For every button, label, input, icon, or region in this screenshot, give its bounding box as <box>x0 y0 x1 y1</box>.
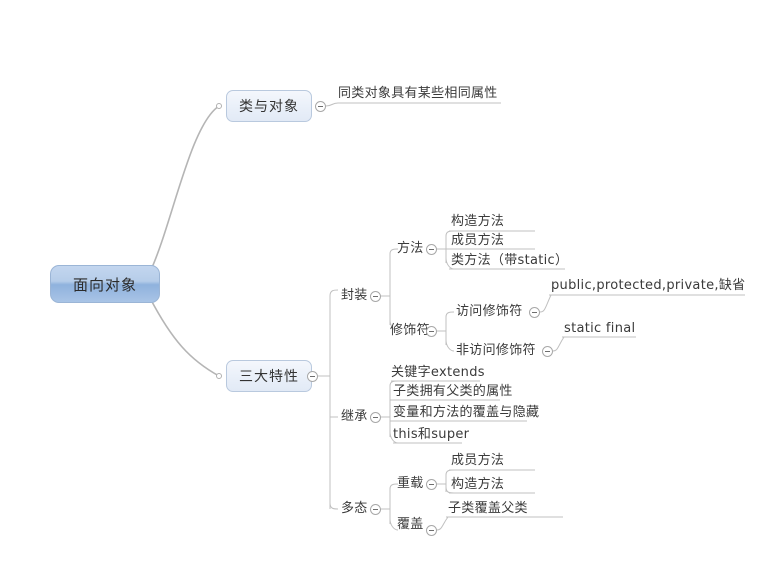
leaf-constructor-method[interactable]: 构造方法 <box>451 214 504 230</box>
node-class-object-label: 类与对象 <box>239 99 299 115</box>
leaf-member-method[interactable]: 成员方法 <box>451 233 504 249</box>
node-three-features[interactable]: 三大特性 <box>226 360 312 392</box>
root-node-label: 面向对象 <box>72 275 137 294</box>
leaf-class-method[interactable]: 类方法（带static） <box>451 253 568 269</box>
node-override[interactable]: 覆盖 <box>397 517 424 533</box>
leaf-overload-constructor-method[interactable]: 构造方法 <box>451 477 504 493</box>
root-node[interactable]: 面向对象 <box>50 265 160 303</box>
toggle-inheritance[interactable] <box>370 412 381 423</box>
leaf-subclass-overrides-parent[interactable]: 子类覆盖父类 <box>448 501 528 517</box>
toggle-modifiers[interactable] <box>426 326 437 337</box>
toggle-overload[interactable] <box>426 479 437 490</box>
root-to-features-endpoint <box>216 373 222 379</box>
leaf-overload-member-method[interactable]: 成员方法 <box>451 453 504 469</box>
node-encapsulation[interactable]: 封装 <box>341 288 368 304</box>
toggle-access-modifier[interactable] <box>529 307 540 318</box>
toggle-polymorphism[interactable] <box>370 504 381 515</box>
mindmap-canvas: 面向对象 类与对象 同类对象具有某些相同属性 三大特性 封装 方法 构造方法 成… <box>0 0 769 573</box>
leaf-access-list[interactable]: public,protected,private,缺省 <box>551 278 745 294</box>
toggle-three-features[interactable] <box>307 371 318 382</box>
toggle-class-object[interactable] <box>315 101 326 112</box>
node-methods[interactable]: 方法 <box>397 241 424 257</box>
toggle-override[interactable] <box>426 525 437 536</box>
node-polymorphism[interactable]: 多态 <box>341 501 368 517</box>
node-three-features-label: 三大特性 <box>239 369 299 385</box>
node-modifiers[interactable]: 修饰符 <box>390 323 430 339</box>
toggle-non-access-modifier[interactable] <box>542 346 553 357</box>
node-access-modifier[interactable]: 访问修饰符 <box>456 304 523 320</box>
leaf-this-and-super[interactable]: this和super <box>393 427 469 443</box>
node-overload[interactable]: 重载 <box>397 476 424 492</box>
leaf-static-final[interactable]: static final <box>564 321 635 337</box>
leaf-override-hide[interactable]: 变量和方法的覆盖与隐藏 <box>393 405 539 421</box>
node-inheritance[interactable]: 继承 <box>341 409 368 425</box>
toggle-encapsulation[interactable] <box>370 291 381 302</box>
leaf-keyword-extends[interactable]: 关键字extends <box>391 365 485 381</box>
node-non-access-modifier[interactable]: 非访问修饰符 <box>456 343 536 359</box>
node-class-object[interactable]: 类与对象 <box>226 90 312 122</box>
root-to-class-endpoint <box>216 103 222 109</box>
leaf-same-class-attrs[interactable]: 同类对象具有某些相同属性 <box>338 86 498 102</box>
toggle-methods[interactable] <box>426 244 437 255</box>
leaf-subclass-owns-parent[interactable]: 子类拥有父类的属性 <box>393 384 513 400</box>
